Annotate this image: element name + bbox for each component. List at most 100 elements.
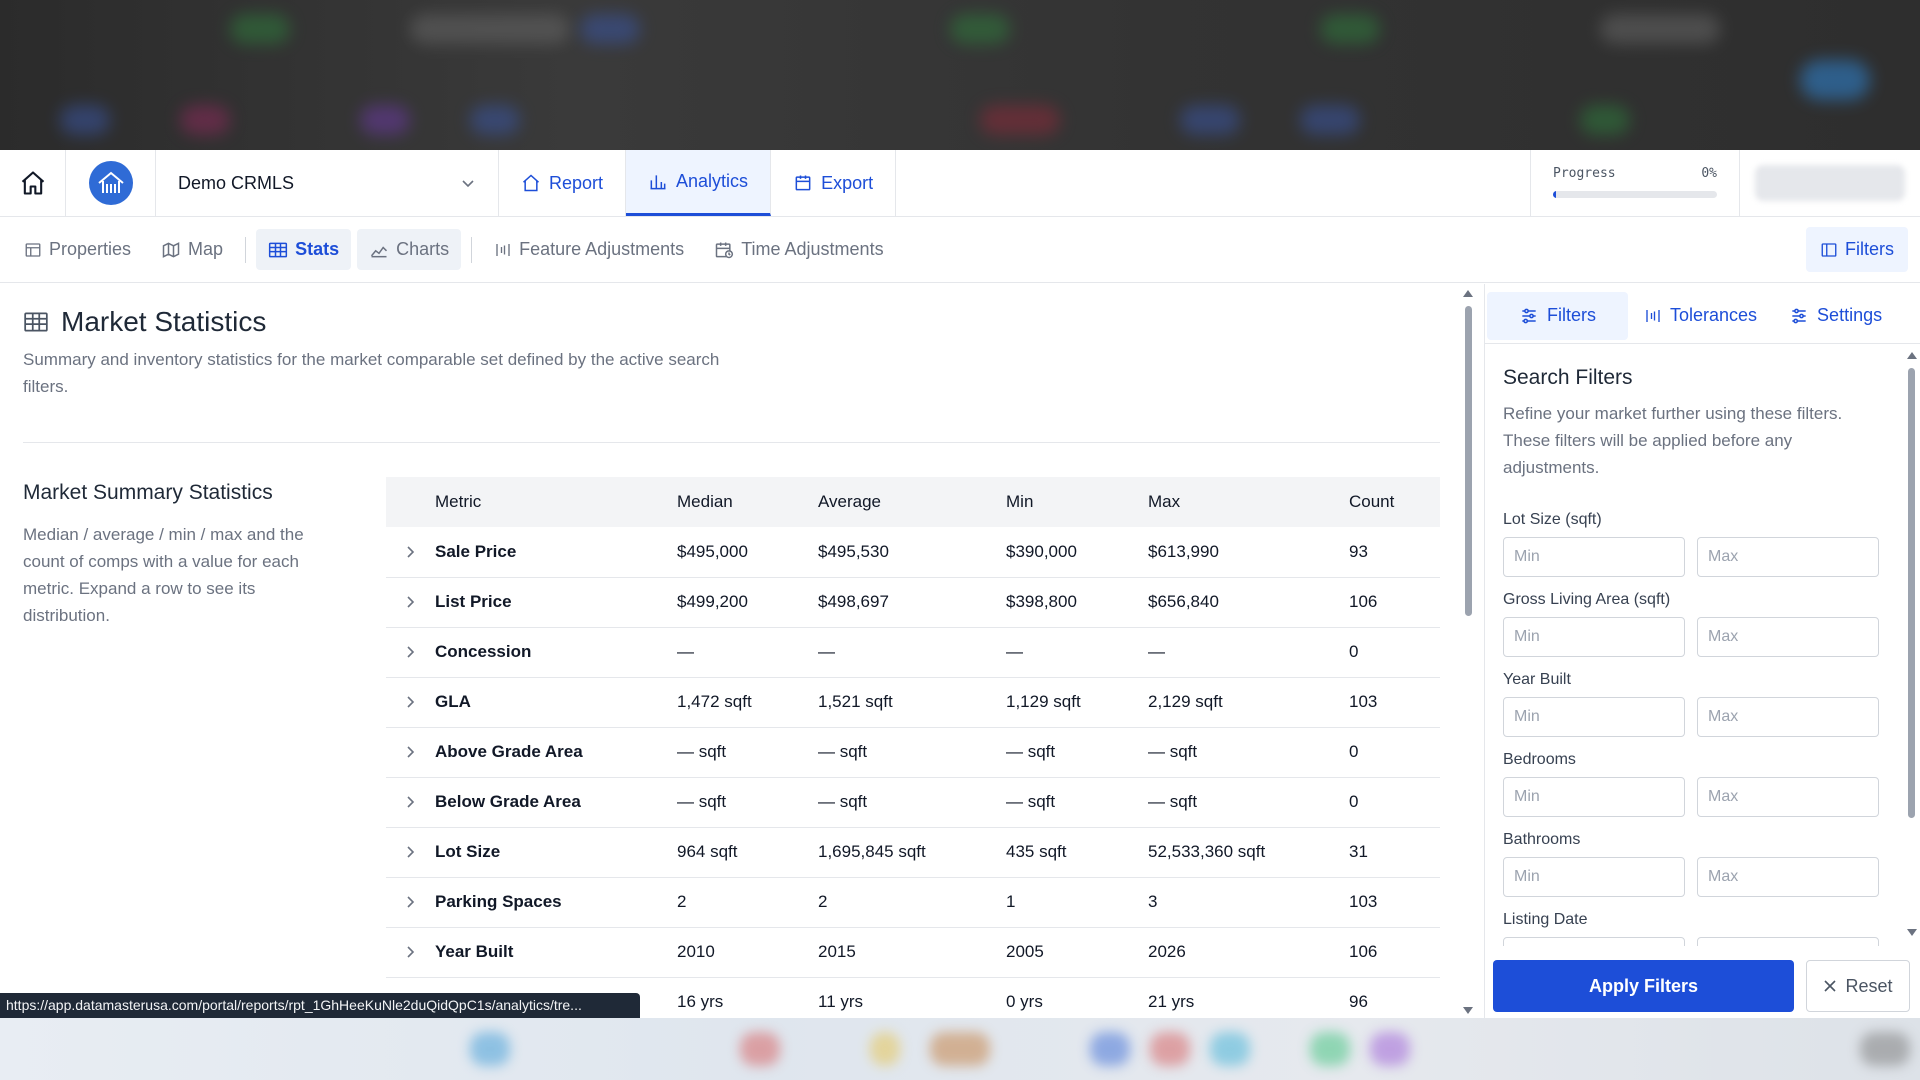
max-input[interactable] bbox=[1697, 537, 1879, 577]
column-header: Min bbox=[1006, 492, 1034, 511]
tab-time-adjustments[interactable]: Time Adjustments bbox=[702, 229, 895, 270]
tab-label: Report bbox=[549, 172, 604, 193]
stat-value: $495,530 bbox=[818, 527, 1006, 578]
chevron-right-icon[interactable] bbox=[406, 745, 416, 759]
table-row[interactable]: Below Grade Area — sqft — sqft — sqft — sqft… bbox=[386, 777, 1440, 828]
min-input[interactable] bbox=[1503, 537, 1685, 577]
divider bbox=[245, 236, 247, 263]
progress-value: 0% bbox=[1701, 166, 1717, 181]
table-row[interactable]: Parking Spaces 2 2 1 3 103 bbox=[386, 877, 1440, 928]
reset-button[interactable]: Reset bbox=[1806, 960, 1910, 1012]
min-input[interactable] bbox=[1503, 937, 1685, 946]
scroll-down-arrow-icon[interactable] bbox=[1463, 1007, 1473, 1014]
progress-indicator: Progress 0% bbox=[1530, 150, 1740, 216]
max-input[interactable] bbox=[1697, 857, 1879, 897]
stat-value: 2015 bbox=[818, 927, 1006, 978]
chevron-right-icon[interactable] bbox=[406, 795, 416, 809]
chevron-right-icon[interactable] bbox=[406, 595, 416, 609]
stat-value: — sqft bbox=[677, 727, 818, 778]
home-button[interactable] bbox=[0, 150, 66, 216]
panel-scrollbar[interactable] bbox=[1906, 350, 1917, 940]
blurred-browser-region bbox=[0, 0, 1920, 150]
stat-value: 2 bbox=[677, 877, 818, 928]
chevron-right-icon[interactable] bbox=[406, 545, 416, 559]
table-row[interactable]: List Price $499,200 $498,697 $398,800 $656,8… bbox=[386, 577, 1440, 628]
stat-value: 0 bbox=[1349, 627, 1440, 678]
stat-value: — sqft bbox=[677, 777, 818, 828]
min-input[interactable] bbox=[1503, 617, 1685, 657]
chevron-right-icon[interactable] bbox=[406, 845, 416, 859]
stat-value: 106 bbox=[1349, 577, 1440, 628]
home-icon bbox=[21, 171, 44, 195]
scrollbar-thumb[interactable] bbox=[1465, 306, 1472, 616]
tab-charts[interactable]: Charts bbox=[357, 229, 462, 270]
chevron-right-icon[interactable] bbox=[406, 895, 416, 909]
scroll-down-arrow-icon[interactable] bbox=[1907, 929, 1917, 936]
table-icon bbox=[25, 242, 41, 257]
panel-tabs: Filters Tolerances Settings bbox=[1485, 288, 1920, 344]
stat-value: — bbox=[677, 627, 818, 678]
tab-report[interactable]: Report bbox=[499, 150, 627, 216]
close-icon bbox=[1824, 980, 1837, 992]
stat-value: — bbox=[818, 627, 1006, 678]
stat-value: 11 yrs bbox=[818, 977, 1006, 1018]
metric-name: Concession bbox=[435, 627, 677, 678]
min-input[interactable] bbox=[1503, 777, 1685, 817]
filters-toggle-button[interactable]: Filters bbox=[1806, 227, 1908, 272]
table-row[interactable]: GLA 1,472 sqft 1,521 sqft 1,129 sqft 2,129 s… bbox=[386, 677, 1440, 728]
main-scrollbar[interactable] bbox=[1462, 288, 1474, 1018]
panel-tab-tolerances[interactable]: Tolerances bbox=[1628, 292, 1773, 340]
chevron-right-icon[interactable] bbox=[406, 645, 416, 659]
chevron-right-icon[interactable] bbox=[406, 695, 416, 709]
scroll-up-arrow-icon[interactable] bbox=[1463, 290, 1473, 297]
bar-chart-icon bbox=[650, 174, 666, 189]
max-input[interactable] bbox=[1697, 617, 1879, 657]
scroll-up-arrow-icon[interactable] bbox=[1907, 352, 1917, 359]
tab-analytics[interactable]: Analytics bbox=[626, 150, 772, 216]
table-row[interactable]: Concession — — — —0 bbox=[386, 627, 1440, 678]
tab-stats[interactable]: Stats bbox=[256, 229, 352, 270]
scrollbar-thumb[interactable] bbox=[1908, 368, 1915, 818]
tab-export[interactable]: Export bbox=[771, 150, 897, 216]
page-description: Summary and inventory statistics for the… bbox=[23, 350, 720, 396]
page-title-text: Market Statistics bbox=[61, 306, 267, 337]
max-input[interactable] bbox=[1697, 777, 1879, 817]
stat-value: — sqft bbox=[1006, 777, 1148, 828]
stat-value: 96 bbox=[1349, 977, 1440, 1018]
house-logo-icon bbox=[88, 161, 133, 205]
stat-value: $495,000 bbox=[677, 527, 818, 578]
stat-value: $613,990 bbox=[1148, 527, 1349, 578]
min-input[interactable] bbox=[1503, 697, 1685, 737]
filters-panel: Filters Tolerances Settings Search Filte… bbox=[1484, 284, 1920, 1018]
column-header: Count bbox=[1349, 492, 1395, 511]
stat-value: 31 bbox=[1349, 827, 1440, 878]
max-input[interactable] bbox=[1697, 697, 1879, 737]
stat-value: 1,472 sqft bbox=[677, 677, 818, 728]
chevron-right-icon[interactable] bbox=[406, 945, 416, 959]
min-input[interactable] bbox=[1503, 857, 1685, 897]
progress-fill bbox=[1553, 191, 1557, 198]
blurred-taskbar-region bbox=[0, 1018, 1920, 1080]
tab-feature-adjustments[interactable]: Feature Adjustments bbox=[482, 229, 696, 270]
stat-value: $398,800 bbox=[1006, 577, 1148, 628]
tab-map[interactable]: Map bbox=[149, 229, 235, 270]
column-header: Average bbox=[818, 492, 882, 511]
stat-value: 0 bbox=[1349, 777, 1440, 828]
divider bbox=[23, 442, 1440, 443]
table-row[interactable]: Year Built 2010 2015 2005 2026 106 bbox=[386, 927, 1440, 978]
max-input[interactable] bbox=[1697, 937, 1879, 946]
section-title: Market Summary Statistics bbox=[23, 481, 273, 504]
table-row[interactable]: Sale Price $495,000 $495,530 $390,000 $613,9… bbox=[386, 527, 1440, 578]
user-menu[interactable] bbox=[1740, 150, 1920, 216]
org-selector[interactable]: Demo CRMLS bbox=[156, 150, 499, 216]
table-row[interactable]: Above Grade Area — sqft — sqft — sqft — sqft… bbox=[386, 727, 1440, 778]
table-row[interactable]: Lot Size 964 sqft 1,695,845 sqft 435 sqft 52… bbox=[386, 827, 1440, 878]
logo[interactable] bbox=[66, 150, 156, 216]
stat-value: 0 bbox=[1349, 727, 1440, 778]
apply-filters-button[interactable]: Apply Filters bbox=[1493, 960, 1794, 1012]
org-name: Demo CRMLS bbox=[178, 172, 295, 193]
panel-tab-settings[interactable]: Settings bbox=[1773, 292, 1898, 340]
status-bar-url: https://app.datamasterusa.com/portal/rep… bbox=[0, 993, 640, 1018]
tab-properties[interactable]: Properties bbox=[12, 229, 143, 270]
panel-tab-filters[interactable]: Filters bbox=[1487, 291, 1628, 340]
